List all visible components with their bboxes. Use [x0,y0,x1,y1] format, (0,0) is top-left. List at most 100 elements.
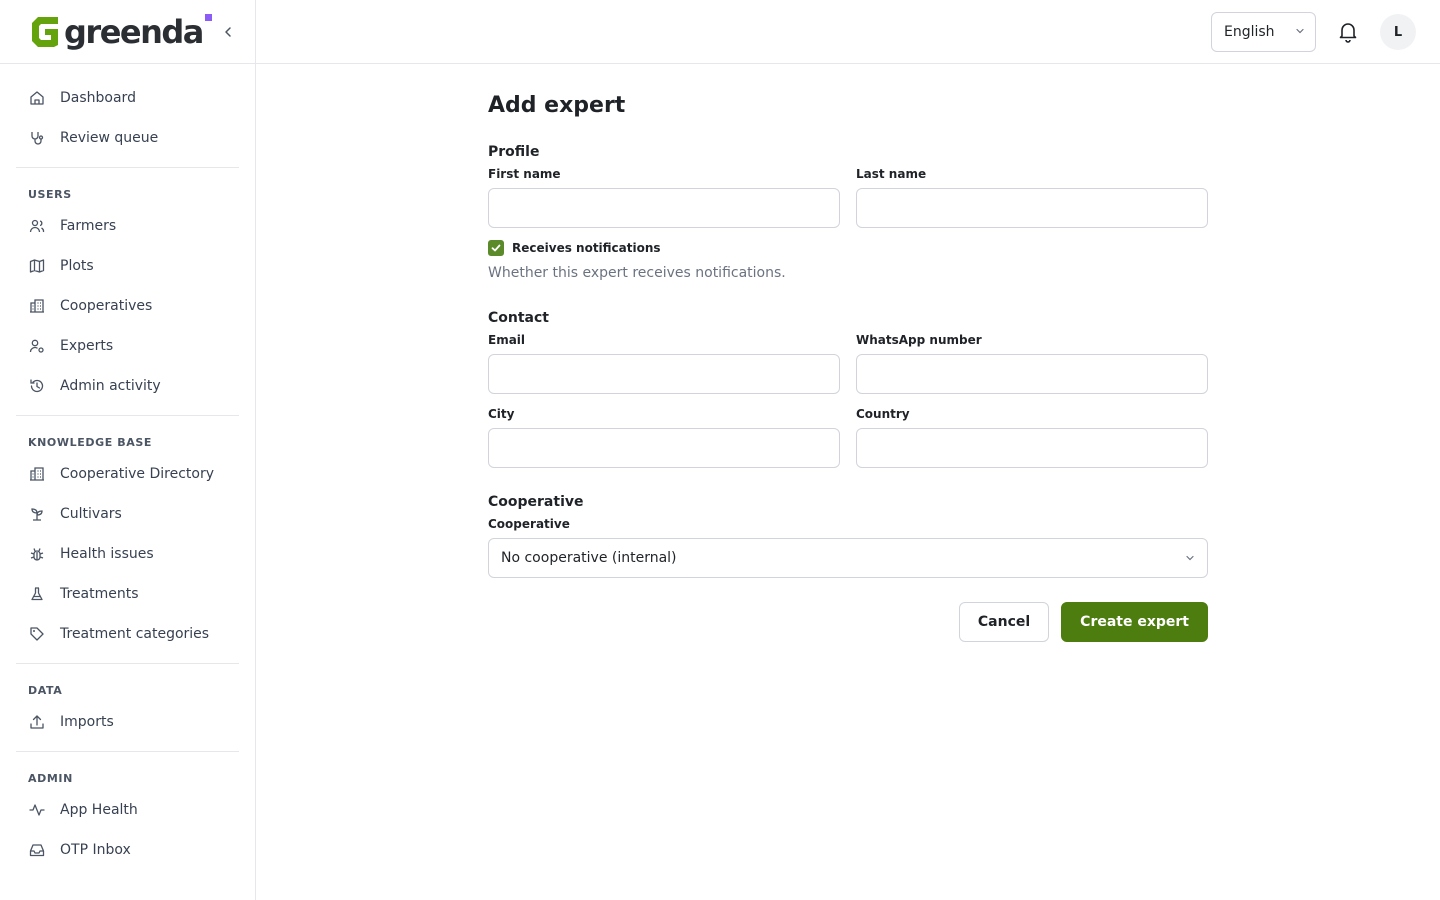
map-icon [28,257,46,275]
collapse-sidebar-button[interactable] [218,22,238,42]
sidebar-item-experts[interactable]: Experts [16,326,239,366]
sidebar-item-admin-activity[interactable]: Admin activity [16,366,239,406]
whatsapp-label: WhatsApp number [856,333,982,347]
nav-heading-data: DATA [28,684,63,697]
country-field[interactable] [856,428,1208,468]
contact-section: Contact Email WhatsApp number City Count… [488,308,1208,468]
profile-section: Profile First name Last name Receives no… [488,142,1208,282]
tag-icon [28,625,46,643]
sidebar-item-treatments[interactable]: Treatments [16,574,239,614]
avatar-initial: L [1393,24,1403,40]
chevron-down-icon [1296,28,1304,34]
home-icon [28,89,46,107]
chevron-down-icon [1186,555,1194,561]
sidebar-item-label: App Health [60,802,138,818]
sidebar-item-imports[interactable]: Imports [16,702,239,742]
last-name-input[interactable] [856,188,1208,228]
sidebar-item-label: Treatment categories [60,626,210,642]
email-field[interactable] [488,354,840,394]
activity-icon [28,801,46,819]
nav-heading-admin: ADMIN [28,772,73,785]
city-field[interactable] [488,428,840,468]
chevron-left-icon [225,27,231,37]
building-icon [28,465,46,483]
building-icon [28,297,46,315]
nav-heading-users: USERS [28,188,72,201]
sidebar-item-label: Cooperative Directory [60,466,214,482]
sidebar-item-plots[interactable]: Plots [16,246,239,286]
history-icon [28,377,46,395]
section-title-profile: Profile [488,144,540,160]
country-label: Country [856,407,910,421]
first-name-label: First name [488,167,561,181]
first-name-input[interactable] [488,188,840,228]
nav-group-data: DATA Imports [16,664,239,752]
cooperative-select[interactable]: No cooperative (internal) [488,538,1208,578]
sidebar-item-label: Health issues [60,546,154,562]
stethoscope-icon [28,129,46,147]
sidebar-item-label: Admin activity [60,378,161,394]
checkmark-icon [491,244,501,252]
brand-name: greenda [64,13,212,51]
sidebar-item-label: Cooperatives [60,298,153,314]
nav-heading-knowledge-base: KNOWLEDGE BASE [28,436,152,449]
sidebar-item-label: Cultivars [60,506,122,522]
language-value: English [1224,24,1275,40]
greenda-logo[interactable]: greenda [28,13,212,51]
last-name-label: Last name [856,167,927,181]
avatar[interactable]: L [1380,14,1416,50]
sidebar-item-otp-inbox[interactable]: OTP Inbox [16,830,239,870]
upload-icon [28,713,46,731]
sidebar-item-app-health[interactable]: App Health [16,790,239,830]
sidebar-item-label: Imports [60,714,114,730]
sidebar-item-label: Experts [60,338,114,354]
receives-notifications-checkbox[interactable] [488,240,504,256]
users-icon [28,217,46,235]
sidebar-item-label: OTP Inbox [60,842,131,858]
inbox-icon [28,841,46,859]
sidebar-nav: Dashboard Review queue USERS Farmers Plo… [0,64,255,879]
email-label: Email [488,333,526,347]
bell-icon [1339,23,1357,43]
sidebar-item-dashboard[interactable]: Dashboard [16,78,239,118]
notifications-help-text: Whether this expert receives notificatio… [488,265,786,281]
city-label: City [488,407,515,421]
flask-icon [28,585,46,603]
sidebar-item-label: Treatments [60,586,139,602]
sidebar-item-health-issues[interactable]: Health issues [16,534,239,574]
sidebar-item-label: Review queue [60,130,159,146]
page-title: Add expert [488,93,626,118]
sidebar-item-label: Farmers [60,218,117,234]
sidebar-item-review-queue[interactable]: Review queue [16,118,239,158]
main-content: Add expert Profile First name Last name … [488,64,1208,642]
sidebar-item-cooperative-directory[interactable]: Cooperative Directory [16,454,239,494]
user-cog-icon [28,337,46,355]
whatsapp-number-field[interactable] [856,354,1208,394]
sidebar-item-cultivars[interactable]: Cultivars [16,494,239,534]
notifications-button[interactable] [1336,20,1360,44]
sidebar-item-treatment-categories[interactable]: Treatment categories [16,614,239,654]
cooperative-value: No cooperative (internal) [501,550,677,566]
sidebar-item-label: Plots [60,258,94,274]
top-bar: English L [256,0,1440,64]
brand-header: greenda [0,0,255,64]
nav-group-admin: ADMIN App Health OTP Inbox [16,752,239,879]
create-expert-button[interactable]: Create expert [1061,602,1208,642]
section-title-cooperative: Cooperative [488,494,584,510]
form-actions: Cancel Create expert [488,602,1208,642]
nav-group-main: Dashboard Review queue [16,64,239,168]
section-title-contact: Contact [488,310,549,326]
logo-mark-icon [32,16,58,47]
receives-notifications-label: Receives notifications [512,241,661,255]
cancel-button[interactable]: Cancel [958,602,1050,642]
logo-accent-dot [204,13,212,21]
language-select[interactable]: English [1211,12,1316,52]
sidebar-item-farmers[interactable]: Farmers [16,206,239,246]
bug-icon [28,545,46,563]
nav-group-users: USERS Farmers Plots Cooperatives Experts… [16,168,239,416]
sidebar-item-label: Dashboard [60,90,136,106]
nav-group-knowledge-base: KNOWLEDGE BASE Cooperative Directory Cul… [16,416,239,664]
sidebar: greenda Dashboard Review queue USERS Far… [0,0,256,900]
cooperative-label: Cooperative [488,517,570,531]
sidebar-item-cooperatives[interactable]: Cooperatives [16,286,239,326]
